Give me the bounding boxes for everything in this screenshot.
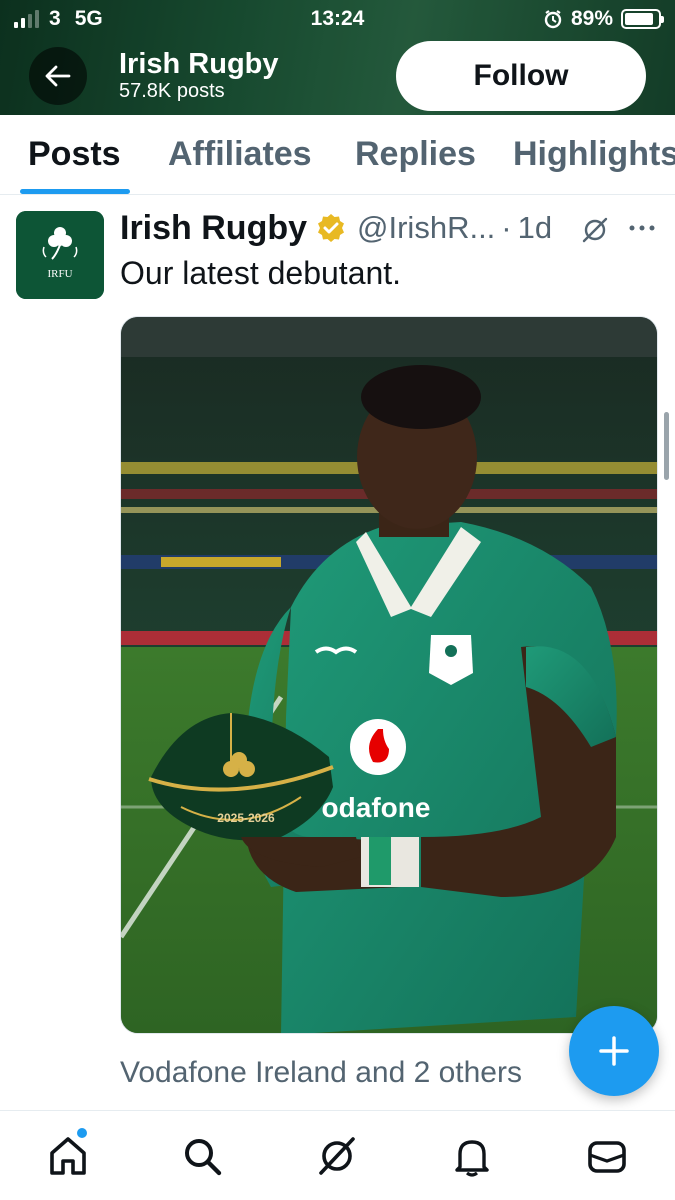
post-author-name[interactable]: Irish Rugby: [120, 209, 307, 248]
compose-plus-icon: [599, 1036, 629, 1066]
grok-nav-icon[interactable]: [314, 1133, 360, 1179]
back-button[interactable]: [29, 47, 87, 105]
active-tab-indicator: [20, 189, 130, 194]
separator-dot: ·: [501, 210, 512, 245]
bottom-navigation: [0, 1110, 675, 1200]
verified-badge-icon: [318, 214, 345, 242]
back-arrow-icon: [45, 65, 71, 87]
svg-text:2025-2026: 2025-2026: [217, 811, 275, 825]
search-icon[interactable]: [179, 1133, 225, 1179]
mail-icon[interactable]: [584, 1133, 630, 1179]
more-icon[interactable]: [627, 216, 657, 240]
avatar[interactable]: IRFU: [16, 211, 104, 299]
svg-text:odafone: odafone: [322, 792, 431, 823]
grok-icon[interactable]: [580, 215, 610, 245]
status-right: 89%: [543, 7, 664, 31]
alarm-icon: [544, 10, 562, 29]
post-text: Our latest debutant.: [120, 255, 402, 291]
home-icon[interactable]: [45, 1133, 91, 1179]
profile-posts-count: 57.8K posts: [119, 80, 225, 102]
bell-icon[interactable]: [449, 1133, 495, 1179]
status-bar: 3 5G 13:24 89%: [0, 0, 675, 38]
post-timestamp[interactable]: 1d: [518, 210, 552, 246]
social-context-text[interactable]: Vodafone Ireland and 2 others: [120, 1056, 522, 1090]
scrollbar-thumb[interactable]: [664, 412, 669, 480]
tab-posts[interactable]: Posts: [28, 135, 121, 174]
irfu-logo: IRFU: [16, 211, 104, 299]
rugby-player-photo: odafone 2025-2026: [121, 317, 657, 1033]
compose-button[interactable]: [569, 1006, 659, 1096]
follow-button[interactable]: Follow: [396, 41, 646, 111]
profile-name: Irish Rugby: [119, 48, 279, 80]
post-handle[interactable]: @IrishR...: [357, 210, 495, 246]
profile-header-banner: 3 5G 13:24 89% Irish Rugby 57.8K posts F…: [0, 0, 675, 115]
home-notification-dot: [77, 1128, 87, 1138]
svg-text:IRFU: IRFU: [47, 268, 72, 280]
profile-tabs: Posts Affiliates Replies Highlights: [0, 115, 675, 195]
tab-affiliates[interactable]: Affiliates: [168, 135, 312, 174]
post-media-image[interactable]: odafone 2025-2026: [120, 316, 658, 1034]
tab-highlights[interactable]: Highlights: [513, 135, 675, 174]
tab-replies[interactable]: Replies: [355, 135, 476, 174]
battery-percent: 89%: [570, 7, 613, 30]
battery-icon: [621, 9, 664, 29]
post-header: Irish Rugby @IrishR... · 1d: [120, 208, 552, 248]
